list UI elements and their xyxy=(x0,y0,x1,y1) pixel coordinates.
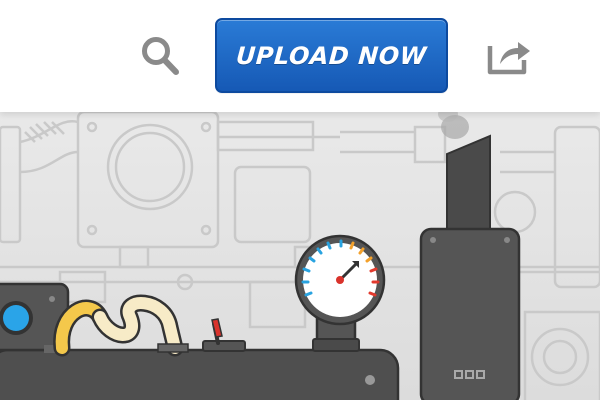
machine-body xyxy=(0,348,400,400)
upload-now-label: UPLOAD NOW xyxy=(235,41,428,70)
share-icon[interactable] xyxy=(484,34,534,76)
factory-machine-illustration xyxy=(0,112,600,400)
top-toolbar: UPLOAD NOW xyxy=(0,0,600,112)
search-icon[interactable] xyxy=(136,32,184,80)
upload-now-button[interactable]: UPLOAD NOW xyxy=(215,18,448,93)
